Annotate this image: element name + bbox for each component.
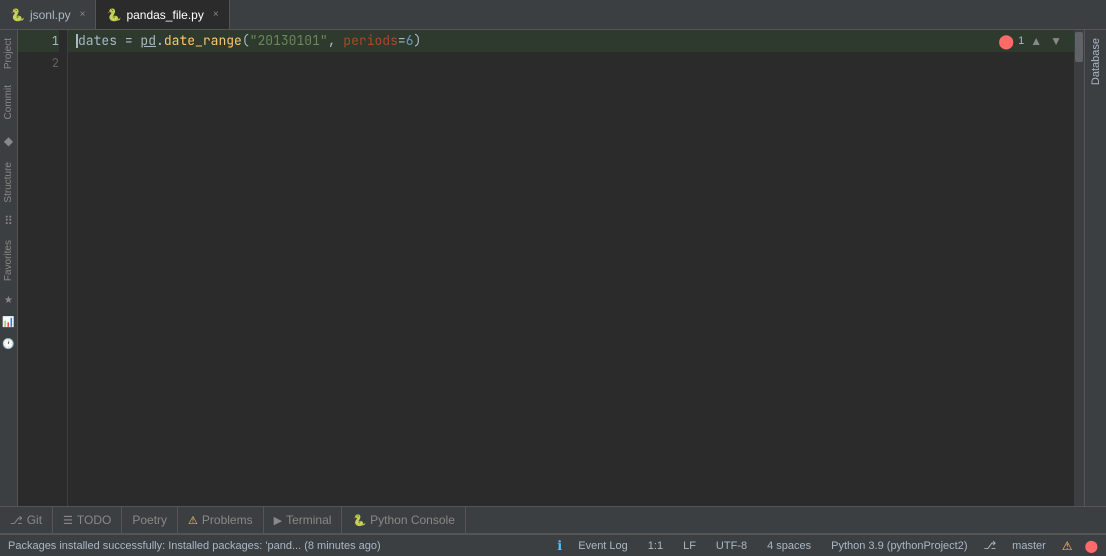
sidebar-item-project[interactable]: Project [3, 30, 14, 77]
token-var: dates [78, 30, 117, 52]
bottom-tab-python-label: Python Console [370, 513, 455, 527]
package-message: Packages installed successfully: Install… [8, 540, 381, 552]
code-line-2 [68, 52, 1084, 74]
bottom-tab-poetry-label: Poetry [132, 513, 167, 527]
bottom-tab-git-label: Git [27, 513, 42, 527]
info-icon: ℹ [557, 538, 562, 554]
sidebar-item-star[interactable]: ★ [2, 293, 16, 307]
sidebar-item-bars[interactable]: ⠿ [2, 214, 16, 228]
token-method: date_range [164, 30, 242, 52]
sidebar-item-chart[interactable]: 📊 [2, 315, 16, 329]
bottom-tab-terminal[interactable]: ▶ Terminal [264, 507, 343, 533]
indent[interactable]: 4 spaces [763, 540, 815, 552]
tab-close-jsonl[interactable]: × [80, 9, 86, 20]
encoding[interactable]: UTF-8 [712, 540, 751, 552]
token-module: pd [140, 30, 156, 52]
bottom-tab-poetry[interactable]: Poetry [122, 507, 178, 533]
token-string: "20130101" [250, 30, 328, 52]
terminal-icon: ▶ [274, 514, 282, 527]
sidebar-item-mark[interactable]: ◆ [2, 134, 16, 148]
bottom-tab-git[interactable]: ⎇ Git [0, 507, 53, 533]
bottom-area: ⎇ Git ☰ TODO Poetry ⚠ Problems ▶ Termina… [0, 506, 1106, 556]
git-icon: ⎇ [10, 514, 23, 527]
tab-jsonl[interactable]: 🐍 jsonl.py × [0, 0, 96, 29]
left-sidebar: Project Commit ◆ Structure ⠿ Favorites ★… [0, 30, 18, 506]
sidebar-item-favorites[interactable]: Favorites [3, 232, 14, 289]
token-dot: . [156, 30, 164, 52]
bottom-tab-todo[interactable]: ☰ TODO [53, 507, 122, 533]
token-lparen: ( [242, 30, 250, 52]
status-bar: Packages installed successfully: Install… [0, 534, 1106, 556]
bottom-tab-bar: ⎇ Git ☰ TODO Poetry ⚠ Problems ▶ Termina… [0, 506, 1106, 534]
python-console-icon: 🐍 [352, 514, 366, 527]
editor-container: 1 2 dates = pd.date_range("20130101", pe… [18, 30, 1084, 506]
todo-icon: ☰ [63, 514, 73, 527]
tab-close-pandas[interactable]: × [213, 9, 219, 20]
error-dot-icon: ⬤ [998, 33, 1014, 50]
tab-bar: 🐍 jsonl.py × 🐍 pandas_file.py × [0, 0, 1106, 30]
token-param: periods [343, 30, 398, 52]
line-numbers: 1 2 [18, 30, 68, 506]
token-rparen: ) [414, 30, 422, 52]
bottom-tab-terminal-label: Terminal [286, 513, 331, 527]
nav-down-button[interactable]: ▼ [1048, 34, 1064, 48]
sidebar-item-commit[interactable]: Commit [3, 77, 14, 127]
error-count: 1 [1018, 35, 1024, 47]
code-editor[interactable]: dates = pd.date_range("20130101", period… [68, 30, 1084, 506]
error-controls: ⬤ 1 ▲ ▼ [998, 30, 1064, 52]
status-left: Packages installed successfully: Install… [8, 540, 557, 552]
sidebar-item-clock[interactable]: 🕐 [2, 337, 16, 351]
tab-pandas[interactable]: 🐍 pandas_file.py × [96, 0, 229, 29]
line-num-2: 2 [18, 52, 59, 74]
event-log-label[interactable]: Event Log [574, 540, 632, 552]
git-branch[interactable]: master [1008, 540, 1050, 552]
bottom-tab-python-console[interactable]: 🐍 Python Console [342, 507, 465, 533]
nav-up-button[interactable]: ▲ [1028, 34, 1044, 48]
cursor-position[interactable]: 1:1 [644, 540, 667, 552]
line-num-1: 1 [18, 30, 59, 52]
tab-icon-jsonl: 🐍 [10, 8, 25, 22]
status-right: ℹ Event Log 1:1 LF UTF-8 4 spaces Python… [557, 538, 1098, 554]
right-sidebar-database: Database [1084, 30, 1106, 506]
git-branch-icon: ⎇ [983, 539, 996, 552]
token-eq: = [398, 30, 406, 52]
sidebar-item-structure[interactable]: Structure [3, 154, 14, 211]
token-comma: , [328, 30, 344, 52]
bottom-tab-problems[interactable]: ⚠ Problems [178, 507, 264, 533]
token-op1: = [117, 30, 140, 52]
tab-label-jsonl: jsonl.py [30, 8, 71, 22]
scrollbar-track[interactable] [1074, 30, 1084, 506]
bottom-tab-problems-label: Problems [202, 513, 253, 527]
python-version[interactable]: Python 3.9 (pythonProject2) [827, 540, 971, 552]
warning-icon-sm: ⚠ [1062, 539, 1073, 553]
scrollbar-thumb[interactable] [1075, 32, 1083, 62]
bottom-tab-todo-label: TODO [77, 513, 111, 527]
tab-icon-pandas: 🐍 [106, 8, 121, 22]
code-line-1: dates = pd.date_range("20130101", period… [68, 30, 1084, 52]
line-ending[interactable]: LF [679, 540, 700, 552]
token-num: 6 [406, 30, 414, 52]
error-icon-sm: ⬤ [1085, 539, 1098, 553]
tab-label-pandas: pandas_file.py [126, 8, 203, 22]
problems-icon: ⚠ [188, 514, 198, 527]
database-label[interactable]: Database [1090, 38, 1102, 85]
